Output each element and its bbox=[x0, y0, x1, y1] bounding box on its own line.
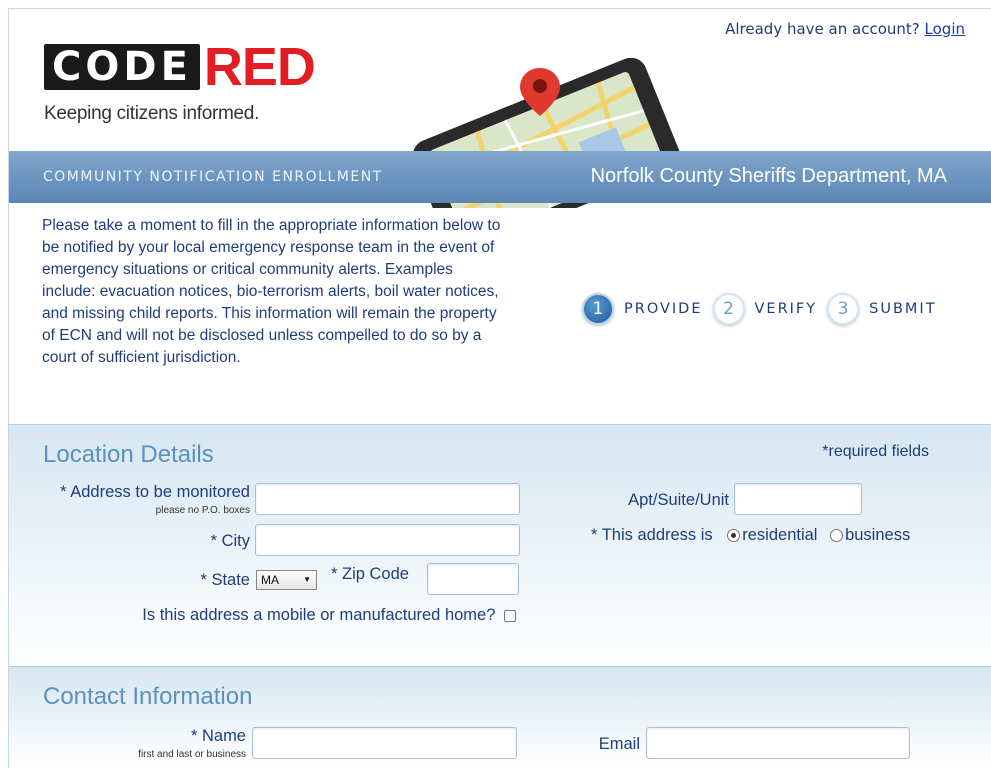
address-label: * Address to be monitored bbox=[60, 483, 250, 501]
city-label: * City bbox=[210, 532, 250, 550]
step-number: 2 bbox=[712, 293, 745, 325]
state-value: MA bbox=[261, 573, 279, 587]
logo-code-text: CODE bbox=[44, 44, 200, 90]
residential-label: residential bbox=[742, 526, 818, 544]
mobile-home-checkbox[interactable] bbox=[504, 609, 516, 622]
chevron-down-icon: ▼ bbox=[303, 575, 311, 584]
city-input[interactable] bbox=[255, 524, 520, 556]
step-number: 3 bbox=[827, 293, 860, 325]
mobile-home-label: Is this address a mobile or manufactured… bbox=[142, 606, 496, 624]
step-label: SUBMIT bbox=[869, 301, 937, 317]
step-submit: 3 SUBMIT bbox=[827, 293, 936, 325]
step-provide: 1 PROVIDE bbox=[582, 293, 703, 325]
business-radio[interactable] bbox=[830, 529, 844, 543]
step-label: VERIFY bbox=[754, 301, 818, 317]
step-progress: 1 PROVIDE 2 VERIFY 3 SUBMIT bbox=[582, 293, 947, 325]
address-type-row: * This address is residential business bbox=[591, 526, 910, 545]
mobile-home-question: Is this address a mobile or manufactured… bbox=[142, 606, 516, 625]
contact-information-section: Contact Information * Name first and las… bbox=[9, 666, 991, 768]
step-label: PROVIDE bbox=[624, 301, 703, 317]
section-title: Location Details bbox=[43, 441, 214, 468]
business-label: business bbox=[845, 526, 911, 544]
email-input[interactable] bbox=[646, 727, 910, 759]
zip-input[interactable] bbox=[427, 563, 519, 595]
location-details-section: Location Details *required fields * Addr… bbox=[9, 424, 991, 666]
logo-red-text: RED bbox=[203, 37, 316, 97]
residential-radio[interactable] bbox=[727, 529, 741, 543]
tagline: Keeping citizens informed. bbox=[44, 103, 260, 124]
enrollment-banner: COMMUNITY NOTIFICATION ENROLLMENT Norfol… bbox=[9, 151, 991, 203]
zip-label: * Zip Code bbox=[331, 565, 409, 583]
address-input[interactable] bbox=[255, 483, 520, 515]
name-input[interactable] bbox=[252, 727, 517, 759]
agency-name: Norfolk County Sheriffs Department, MA bbox=[590, 165, 947, 187]
address-type-label: * This address is bbox=[591, 526, 713, 544]
apt-label: Apt/Suite/Unit bbox=[628, 491, 729, 509]
email-label: Email bbox=[598, 735, 640, 753]
address-hint: please no P.O. boxes bbox=[155, 505, 250, 516]
banner-title: COMMUNITY NOTIFICATION ENROLLMENT bbox=[43, 169, 383, 185]
intro-text: Please take a moment to fill in the appr… bbox=[42, 217, 501, 366]
apt-input[interactable] bbox=[734, 483, 862, 515]
section-title: Contact Information bbox=[43, 683, 253, 710]
required-fields-note: *required fields bbox=[822, 443, 929, 460]
codered-logo: CODE RED bbox=[44, 37, 316, 97]
login-link[interactable]: Login bbox=[925, 20, 965, 38]
state-select[interactable]: MA ▼ bbox=[256, 570, 317, 590]
step-number: 1 bbox=[582, 293, 614, 325]
account-prompt: Already have an account? Login bbox=[725, 20, 965, 38]
state-label: * State bbox=[200, 571, 250, 589]
name-hint: first and last or business bbox=[138, 749, 246, 760]
step-verify: 2 VERIFY bbox=[712, 293, 818, 325]
name-label: * Name bbox=[190, 727, 246, 745]
account-prompt-text: Already have an account? bbox=[725, 20, 920, 38]
